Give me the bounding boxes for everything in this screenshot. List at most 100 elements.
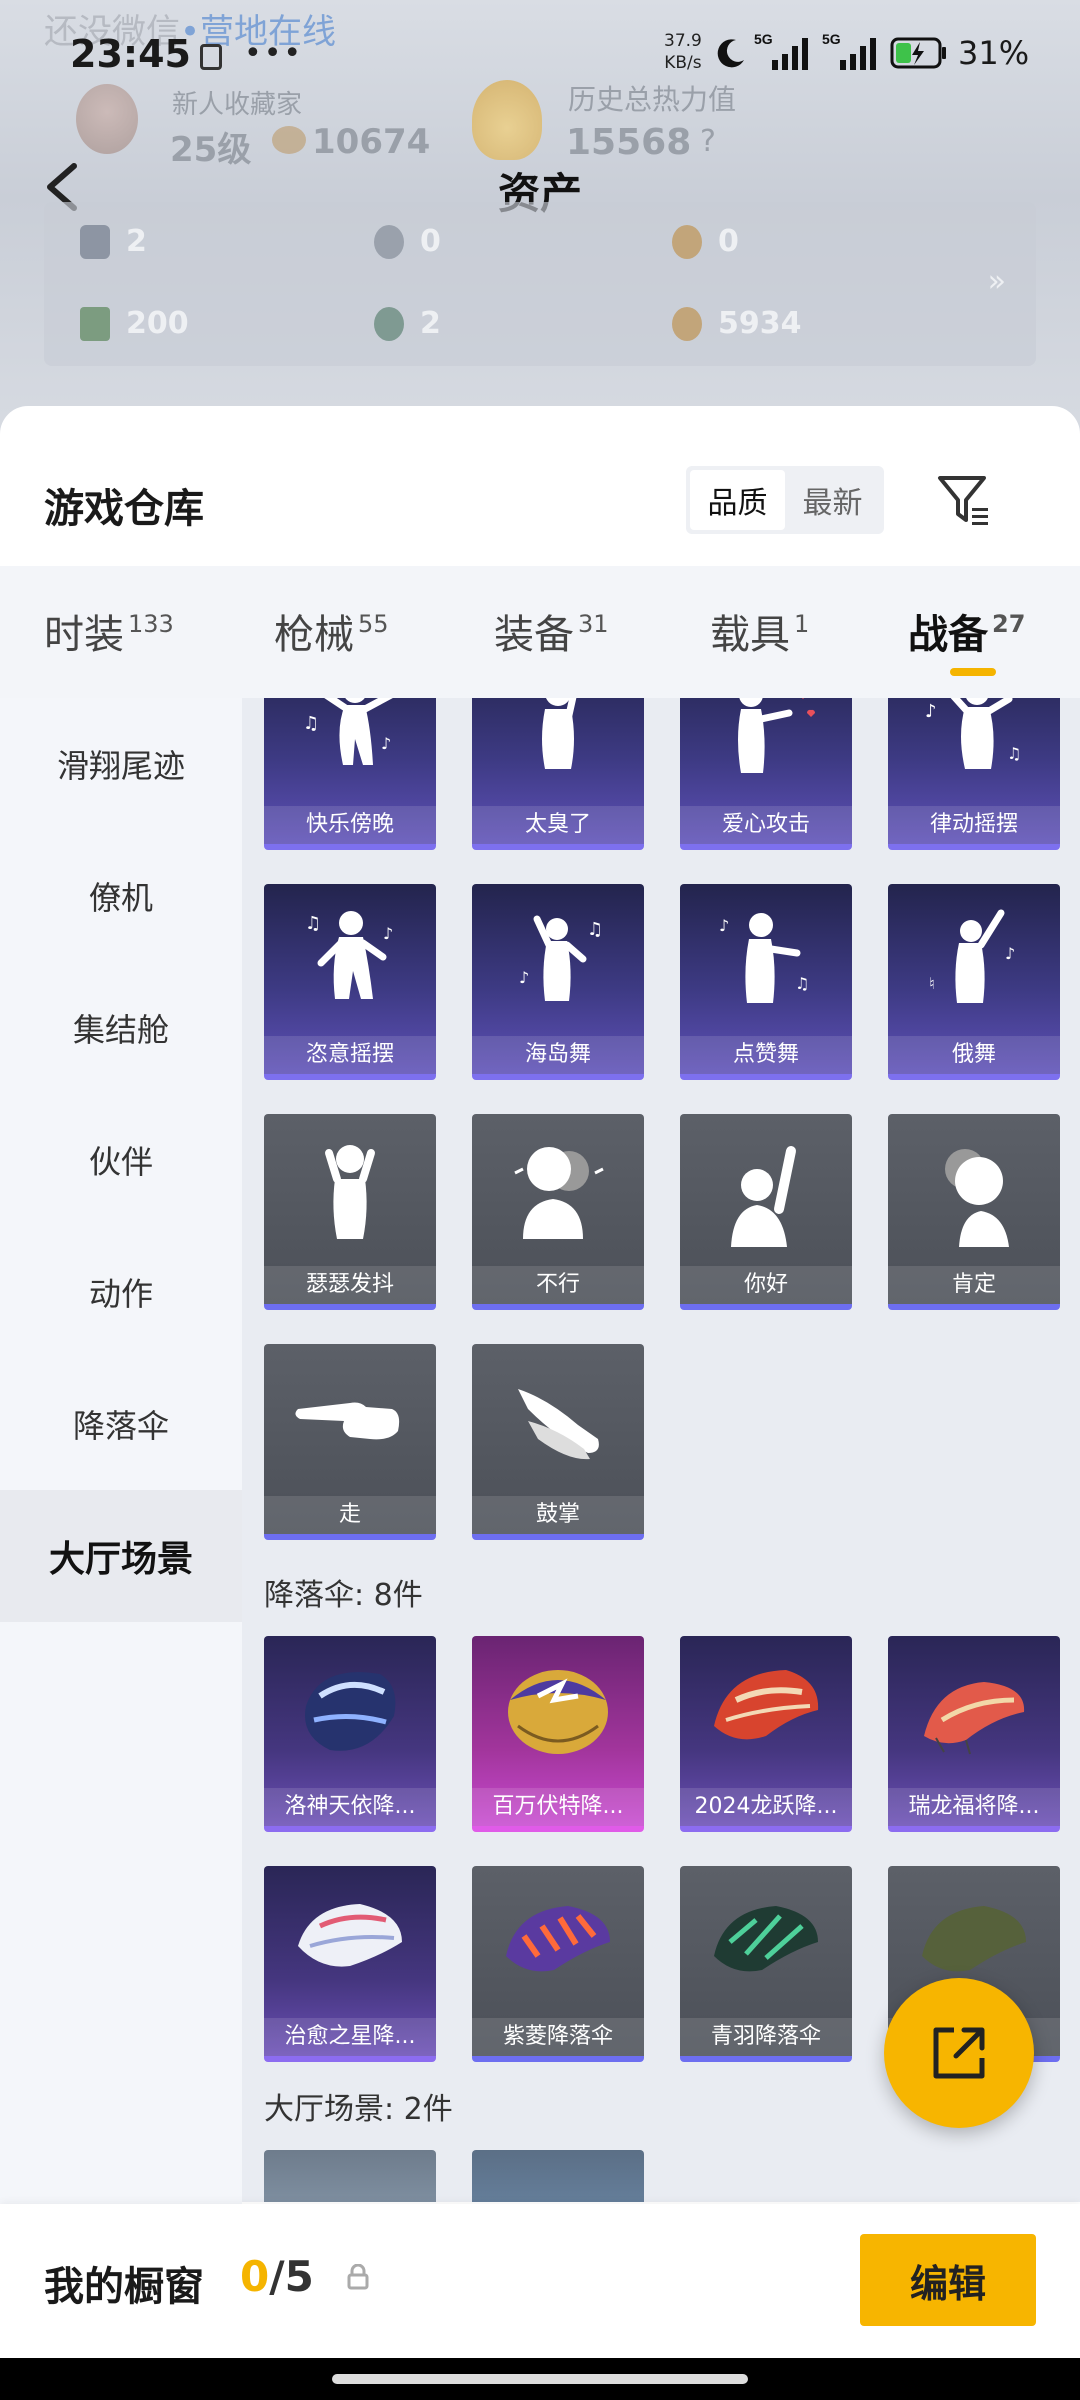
share-button[interactable] — [884, 1978, 1034, 2128]
sort-latest-button[interactable]: 最新 — [785, 470, 880, 530]
help-icon[interactable]: ? — [700, 124, 716, 159]
network-speed: 37.9 KB/s — [664, 31, 702, 73]
more-notifications-icon: ••• — [244, 36, 304, 71]
tab-battle-prep[interactable]: 战备 27 — [908, 602, 1025, 660]
tile-label: 俄舞 — [888, 1036, 1060, 1074]
svg-text:♫: ♫ — [305, 913, 321, 934]
bronze-coin-icon — [672, 306, 702, 341]
tile-label: 瑟瑟发抖 — [264, 1266, 436, 1304]
tab-weapons[interactable]: 枪械 55 — [274, 602, 389, 660]
showcase-bar: 我的橱窗 0/5 编辑 — [0, 2204, 1080, 2358]
category-tabs: 时装 133 枪械 55 装备 31 载具 1 战备 27 — [0, 566, 1080, 698]
parachute-icon — [472, 1866, 644, 2016]
tile-label: 肯定 — [888, 1266, 1060, 1304]
parachute-icon — [264, 1636, 436, 1786]
parachute-icon — [680, 1636, 852, 1786]
edit-button[interactable]: 编辑 — [860, 2234, 1036, 2326]
dancer-icon: ♪ ♫ — [472, 884, 644, 1034]
tile-label: 走 — [264, 1496, 436, 1534]
chevron-right-icon[interactable]: » — [988, 264, 1006, 299]
battery-charging-icon — [890, 37, 946, 69]
parachute-tile[interactable]: 瑞龙福将降... — [888, 1636, 1060, 1832]
emote-tile[interactable]: ♪ ♫ 海岛舞 — [472, 884, 644, 1080]
token-icon — [374, 306, 404, 341]
home-gesture-bar[interactable] — [332, 2374, 748, 2384]
showcase-count: 0/5 — [240, 2252, 314, 2301]
sidebar-item-glide-trail[interactable]: 滑翔尾迹 — [0, 698, 242, 830]
head-nod-icon — [888, 1114, 1060, 1264]
svg-text:♪: ♪ — [719, 916, 729, 935]
tab-fashion[interactable]: 时装 133 — [44, 602, 174, 660]
tile-label: 2024龙跃降... — [680, 1788, 852, 1826]
parachute-tile[interactable]: 紫菱降落伞 — [472, 1866, 644, 2062]
svg-text:♪: ♪ — [925, 701, 937, 722]
asset-item: 2 — [80, 224, 147, 259]
emote-tile[interactable]: 太臭了 — [472, 698, 644, 850]
svg-text:♫: ♫ — [1007, 744, 1021, 763]
emote-tile[interactable]: 鼓掌 — [472, 1344, 644, 1540]
tile-label: 紫菱降落伞 — [472, 2018, 644, 2056]
emote-tile[interactable]: ♫ ♪ 快乐傍晚 — [264, 698, 436, 850]
sidebar-item-companion[interactable]: 伙伴 — [0, 1094, 242, 1226]
coin-icon — [272, 126, 306, 154]
tile-label: 点赞舞 — [680, 1036, 852, 1074]
emote-tile[interactable]: 不行 — [472, 1114, 644, 1310]
moon-icon — [717, 39, 744, 68]
tab-equipment[interactable]: 装备 31 — [494, 602, 609, 660]
sidebar-item-emote[interactable]: 动作 — [0, 1226, 242, 1358]
svg-text:♫: ♫ — [303, 713, 319, 734]
system-nav-bar — [0, 2358, 1080, 2400]
asset-item: 0 — [672, 224, 739, 259]
parachute-icon — [264, 1866, 436, 2016]
svg-text:♮: ♮ — [929, 974, 935, 993]
pointing-hand-icon — [264, 1344, 436, 1494]
parachute-tile[interactable]: 青羽降落伞 — [680, 1866, 852, 2062]
sidebar-item-capsule[interactable]: 集结舱 — [0, 962, 242, 1094]
flame-icon — [472, 80, 542, 160]
parachute-icon — [472, 1636, 644, 1786]
tile-label: 百万伏特降... — [472, 1788, 644, 1826]
clap-icon — [472, 1344, 644, 1494]
rank-medal-icon — [76, 84, 138, 154]
sidebar-item-parachute[interactable]: 降落伞 — [0, 1358, 242, 1490]
emote-tile[interactable]: 肯定 — [888, 1114, 1060, 1310]
asset-item: 2 — [374, 306, 441, 341]
emote-tile[interactable]: ♮ ♪ 俄舞 — [888, 884, 1060, 1080]
parachute-tile[interactable]: 治愈之星降... — [264, 1866, 436, 2062]
sidebar-item-lobby-scene[interactable]: 大厅场景 — [0, 1490, 242, 1622]
emote-tile[interactable]: ♫ ♪ 恣意摇摆 — [264, 884, 436, 1080]
tab-vehicles[interactable]: 载具 1 — [710, 602, 809, 660]
sim-icon — [200, 44, 222, 70]
parachute-tile[interactable]: 洛神天依降... — [264, 1636, 436, 1832]
sort-toggle: 品质 最新 — [686, 466, 884, 534]
tile-label: 治愈之星降... — [264, 2018, 436, 2056]
tile-label: 青羽降落伞 — [680, 2018, 852, 2056]
sort-quality-button[interactable]: 品质 — [690, 470, 785, 530]
emote-tile[interactable]: 你好 — [680, 1114, 852, 1310]
emote-tile[interactable]: 走 — [264, 1344, 436, 1540]
svg-text:♫: ♫ — [587, 919, 603, 940]
asset-item: 0 — [374, 224, 441, 259]
parachute-icon — [680, 1866, 852, 2016]
emote-tile[interactable]: 爱心攻击 — [680, 698, 852, 850]
ticket-icon — [80, 224, 110, 259]
svg-text:♪: ♪ — [519, 968, 529, 987]
tile-label: 恣意摇摆 — [264, 1036, 436, 1074]
lobby-scene-tile[interactable] — [264, 2150, 436, 2202]
pinch-nose-icon — [472, 698, 644, 804]
parachute-tile[interactable]: 2024龙跃降... — [680, 1636, 852, 1832]
asset-summary-card[interactable]: 2 0 0 200 2 5934 » — [44, 202, 1036, 366]
emote-tile[interactable]: ♪ ♫ 点赞舞 — [680, 884, 852, 1080]
parachute-tile[interactable]: 百万伏特降... — [472, 1636, 644, 1832]
warehouse-title: 游戏仓库 — [44, 486, 204, 532]
signal-icon-2: 5G — [822, 31, 876, 70]
gold-coin-icon — [672, 224, 702, 259]
lobby-scene-tile[interactable] — [472, 2150, 644, 2202]
tile-label: 快乐傍晚 — [264, 806, 436, 844]
sidebar-item-wingman[interactable]: 僚机 — [0, 830, 242, 962]
emote-tile[interactable]: ♪ ♫ 律动摇摆 — [888, 698, 1060, 850]
svg-text:5G: 5G — [822, 31, 841, 47]
emote-tile[interactable]: 瑟瑟发抖 — [264, 1114, 436, 1310]
filter-icon[interactable] — [936, 472, 992, 528]
showcase-title: 我的橱窗 — [44, 2264, 204, 2310]
